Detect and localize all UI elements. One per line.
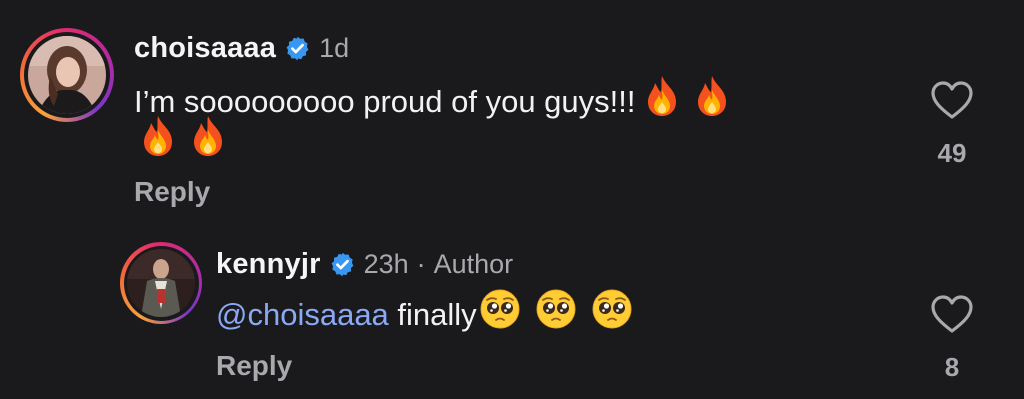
fire-emoji-icon	[138, 114, 178, 174]
like-count: 8	[944, 352, 960, 382]
reply-button[interactable]: Reply	[134, 176, 210, 208]
author-tag: Author	[433, 248, 514, 279]
like-count: 49	[937, 138, 967, 168]
verified-badge-icon	[286, 36, 309, 60]
comment-time: 23h	[363, 248, 409, 279]
username[interactable]: kennyjr	[216, 248, 321, 281]
comment-text-line-2	[134, 114, 228, 174]
avatar-photo-choisaaaa	[28, 36, 106, 114]
comment-time: 1d	[319, 32, 350, 63]
heart-icon[interactable]	[930, 294, 974, 334]
avatar-photo-kennyjr	[127, 249, 195, 317]
comment-text: finally	[388, 297, 477, 333]
fire-emoji-icon	[188, 114, 228, 174]
reply-button[interactable]: Reply	[216, 350, 292, 382]
pleading-face-emoji-icon	[535, 288, 577, 346]
mention-link[interactable]: @choisaaaa	[216, 297, 389, 332]
fire-emoji-icon	[642, 74, 682, 134]
separator-dot: ·	[416, 248, 426, 279]
heart-icon[interactable]	[930, 80, 974, 120]
comment-text-line-1: @choisaaaa finally	[216, 288, 633, 346]
avatar-choisaaaa[interactable]	[20, 28, 114, 122]
pleading-face-emoji-icon	[591, 288, 633, 346]
username[interactable]: choisaaaa	[134, 32, 276, 65]
fire-emoji-icon	[692, 74, 732, 134]
verified-badge-icon	[331, 252, 353, 276]
avatar-kennyjr[interactable]	[120, 242, 202, 324]
pleading-face-emoji-icon	[479, 288, 521, 346]
